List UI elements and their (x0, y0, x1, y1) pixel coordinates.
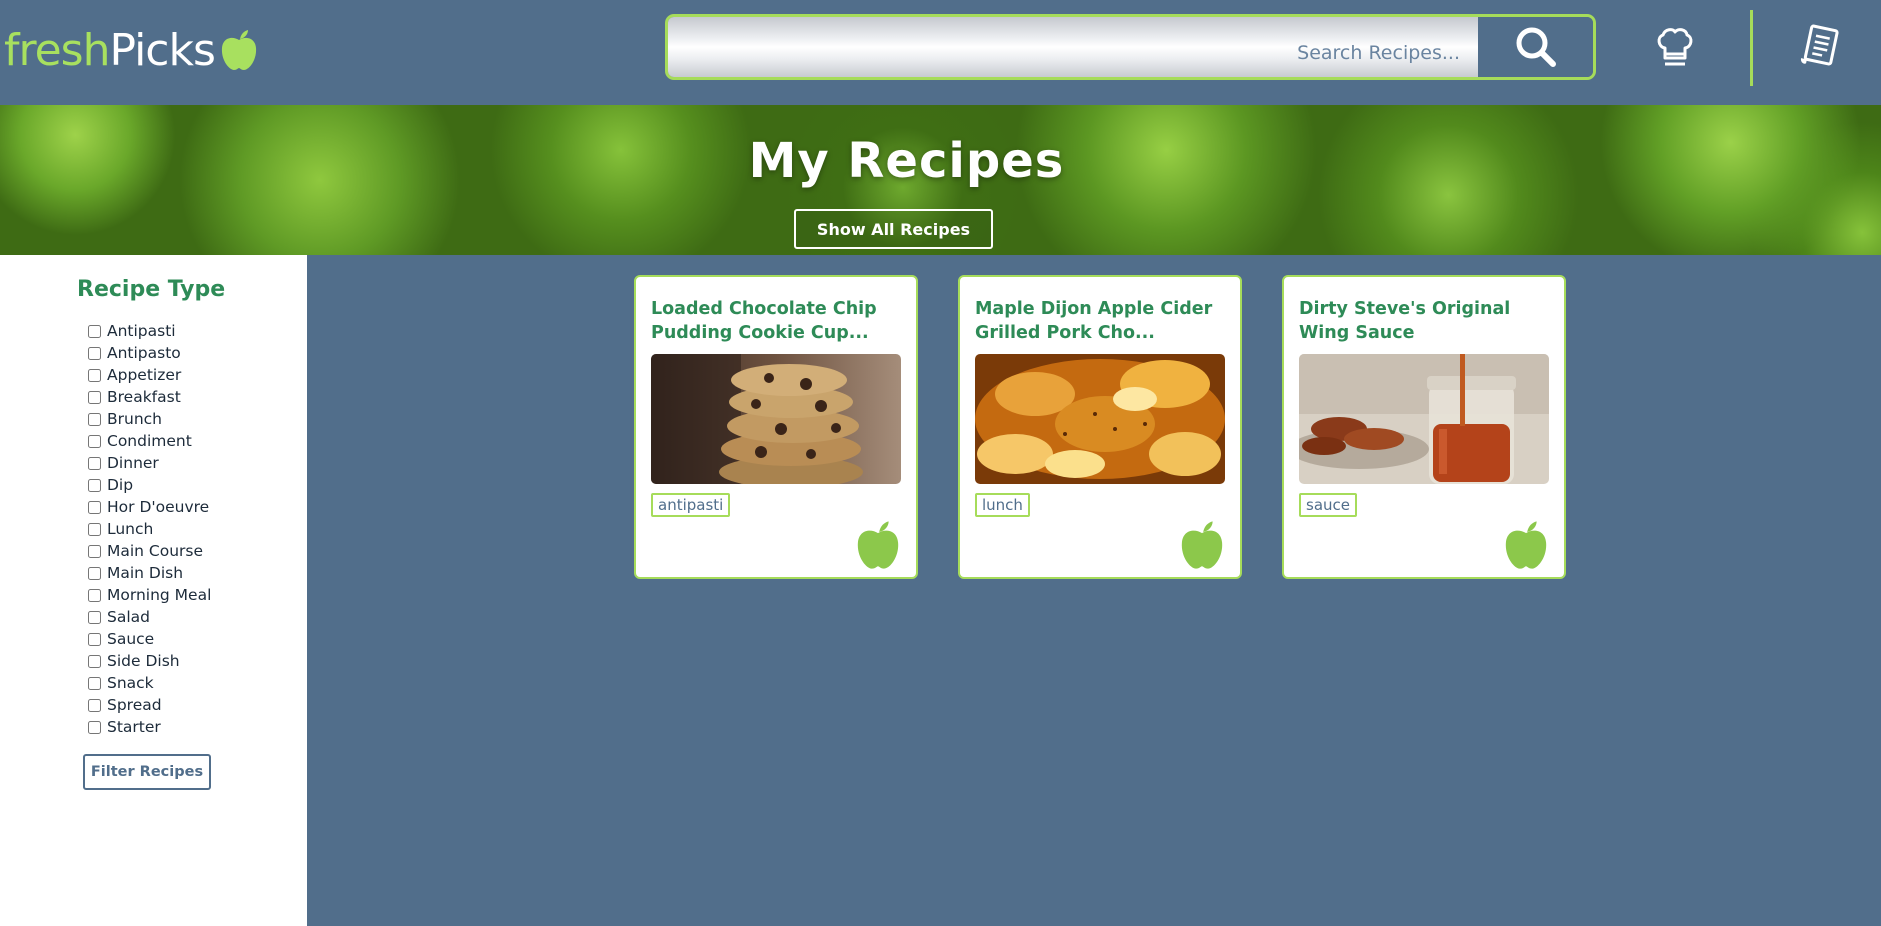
recipe-type-option[interactable]: Condiment (88, 430, 211, 452)
recipe-type-checkbox[interactable] (88, 500, 101, 514)
recipe-type-label: Dip (107, 476, 134, 494)
recipe-type-checkbox[interactable] (88, 588, 101, 602)
recipe-type-option[interactable]: Side Dish (88, 650, 211, 672)
recipe-type-option[interactable]: Hor D'oeuvre (88, 496, 211, 518)
recipe-type-checkbox[interactable] (88, 478, 101, 492)
recipe-type-label: Antipasto (107, 344, 181, 362)
page-title: My Recipes (748, 133, 1065, 189)
recipe-type-label: Spread (107, 696, 162, 714)
recipe-type-list: Antipasti Antipasto Appetizer Breakfast … (88, 320, 211, 738)
recipe-type-checkbox[interactable] (88, 324, 101, 338)
show-all-recipes-button[interactable]: Show All Recipes (794, 209, 993, 249)
recipe-type-option[interactable]: Spread (88, 694, 211, 716)
apple-icon (221, 30, 256, 70)
recipe-type-checkbox[interactable] (88, 522, 101, 536)
recipe-type-checkbox[interactable] (88, 698, 101, 712)
recipe-type-option[interactable]: Antipasto (88, 342, 211, 364)
recipe-type-option[interactable]: Snack (88, 672, 211, 694)
recipe-tag[interactable]: antipasti (651, 493, 731, 517)
recipe-card[interactable]: Dirty Steve's Original Wing Sauce sauce (1282, 275, 1566, 579)
recipe-type-option[interactable]: Salad (88, 606, 211, 628)
recipe-type-option[interactable]: Brunch (88, 408, 211, 430)
recipe-image[interactable] (1299, 354, 1549, 484)
recipe-type-checkbox[interactable] (88, 368, 101, 382)
cookies-photo (651, 354, 901, 484)
recipe-type-checkbox[interactable] (88, 720, 101, 734)
recipe-type-label: Appetizer (107, 366, 182, 384)
recipe-type-checkbox[interactable] (88, 390, 101, 404)
recipe-tag[interactable]: sauce (1299, 493, 1357, 517)
recipe-type-option[interactable]: Breakfast (88, 386, 211, 408)
chef-hat-icon[interactable] (1653, 24, 1697, 68)
recipe-type-label: Morning Meal (107, 586, 212, 604)
recipe-type-checkbox[interactable] (88, 610, 101, 624)
recipe-title[interactable]: Dirty Steve's Original Wing Sauce (1299, 297, 1553, 345)
recipe-type-option[interactable]: Dinner (88, 452, 211, 474)
recipe-type-label: Salad (107, 608, 150, 626)
header-divider (1750, 10, 1753, 86)
recipe-type-option[interactable]: Morning Meal (88, 584, 211, 606)
recipe-type-label: Hor D'oeuvre (107, 498, 210, 516)
hero-banner: My Recipes Show All Recipes (0, 105, 1881, 255)
recipe-type-label: Snack (107, 674, 154, 692)
recipe-type-option[interactable]: Lunch (88, 518, 211, 540)
search-button[interactable] (1478, 17, 1593, 77)
recipe-card[interactable]: Maple Dijon Apple Cider Grilled Pork Cho… (958, 275, 1242, 579)
logo-text-fresh: fresh (4, 24, 110, 76)
top-header: fresh Picks (0, 0, 1881, 105)
recipe-type-checkbox[interactable] (88, 346, 101, 360)
recipe-title[interactable]: Loaded Chocolate Chip Pudding Cookie Cup… (651, 297, 905, 345)
apple-icon[interactable] (854, 519, 902, 571)
recipe-type-label: Lunch (107, 520, 154, 538)
recipe-tag[interactable]: lunch (975, 493, 1030, 517)
filter-recipes-button[interactable]: Filter Recipes (83, 754, 211, 790)
filter-sidebar: Recipe Type Antipasti Antipasto Appetize… (0, 255, 307, 926)
recipe-type-checkbox[interactable] (88, 676, 101, 690)
recipe-type-option[interactable]: Starter (88, 716, 211, 738)
apple-icon[interactable] (1502, 519, 1550, 571)
search-input[interactable] (668, 17, 1478, 77)
wing-sauce-photo (1299, 354, 1549, 484)
recipe-type-heading: Recipe Type (77, 277, 226, 302)
recipe-type-checkbox[interactable] (88, 654, 101, 668)
recipe-type-checkbox[interactable] (88, 544, 101, 558)
recipe-type-label: Antipasti (107, 322, 176, 340)
recipe-type-label: Breakfast (107, 388, 181, 406)
search-bar (665, 14, 1596, 80)
recipe-image[interactable] (975, 354, 1225, 484)
search-icon (1516, 27, 1556, 67)
recipe-type-option[interactable]: Appetizer (88, 364, 211, 386)
recipe-type-label: Starter (107, 718, 161, 736)
recipe-card[interactable]: Loaded Chocolate Chip Pudding Cookie Cup… (634, 275, 918, 579)
recipe-type-label: Condiment (107, 432, 192, 450)
recipe-type-checkbox[interactable] (88, 412, 101, 426)
freshpicks-logo[interactable]: fresh Picks (4, 20, 259, 80)
recipe-image[interactable] (651, 354, 901, 484)
recipe-type-label: Main Course (107, 542, 204, 560)
recipe-type-option[interactable]: Main Course (88, 540, 211, 562)
recipe-type-option[interactable]: Antipasti (88, 320, 211, 342)
recipe-type-option[interactable]: Main Dish (88, 562, 211, 584)
recipe-type-label: Sauce (107, 630, 155, 648)
recipe-title[interactable]: Maple Dijon Apple Cider Grilled Pork Cho… (975, 297, 1229, 345)
recipe-type-option[interactable]: Dip (88, 474, 211, 496)
recipe-type-label: Side Dish (107, 652, 180, 670)
recipe-type-checkbox[interactable] (88, 434, 101, 448)
recipe-type-checkbox[interactable] (88, 632, 101, 646)
recipe-type-option[interactable]: Sauce (88, 628, 211, 650)
recipe-list-icon[interactable] (1798, 22, 1844, 70)
recipe-type-label: Main Dish (107, 564, 184, 582)
apple-pork-photo (975, 354, 1225, 484)
recipe-type-checkbox[interactable] (88, 456, 101, 470)
logo-text-picks: Picks (109, 24, 216, 76)
apple-icon[interactable] (1178, 519, 1226, 571)
recipe-type-label: Brunch (107, 410, 162, 428)
recipe-type-checkbox[interactable] (88, 566, 101, 580)
recipe-type-label: Dinner (107, 454, 159, 472)
